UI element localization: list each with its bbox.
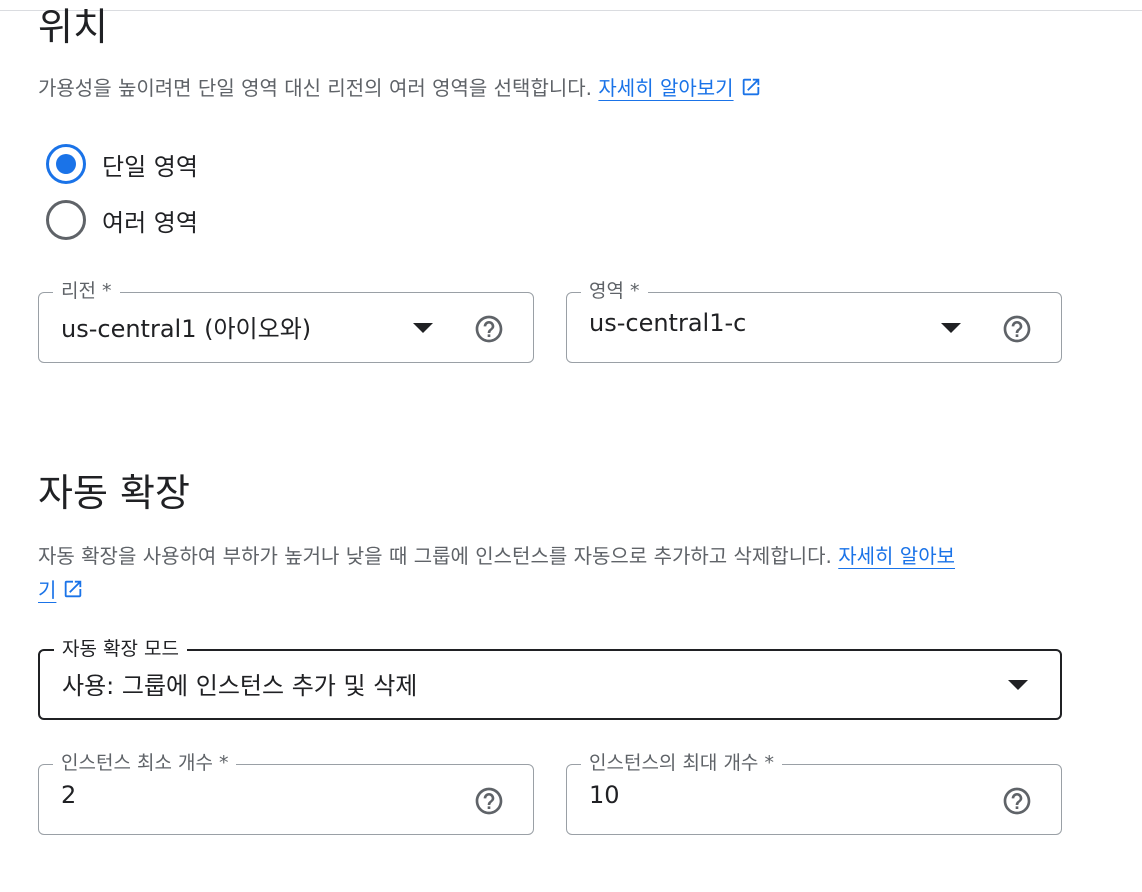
location-description-text: 가용성을 높이려면 단일 영역 대신 리전의 여러 영역을 선택합니다. xyxy=(38,76,593,100)
max-instances-input[interactable]: 인스턴스의 최대 개수 * 10 xyxy=(566,750,1062,835)
min-instances-value[interactable]: 2 xyxy=(61,781,76,809)
location-description: 가용성을 높이려면 단일 영역 대신 리전의 여러 영역을 선택합니다. 자세히… xyxy=(38,71,762,105)
radio-multi-zone-circle[interactable] xyxy=(46,200,86,240)
help-circle-icon[interactable] xyxy=(1001,785,1033,817)
autoscaling-mode-select[interactable]: 자동 확장 모드 사용: 그룹에 인스턴스 추가 및 삭제 xyxy=(38,636,1062,720)
region-select[interactable]: 리전 * us-central1 (아이오와) xyxy=(38,278,534,363)
max-instances-value[interactable]: 10 xyxy=(589,781,620,809)
autoscaling-mode-label: 자동 확장 모드 xyxy=(54,636,187,662)
autoscaling-description-text: 자동 확장을 사용하여 부하가 높거나 낮을 때 그룹에 인스턴스를 자동으로 … xyxy=(38,544,832,568)
caret-down-icon[interactable] xyxy=(1008,680,1028,690)
min-instances-label: 인스턴스 최소 개수 * xyxy=(53,750,237,776)
region-label: 리전 * xyxy=(53,278,120,304)
autoscaling-learn-more-link[interactable]: 자세히 알아보 xyxy=(838,544,955,568)
autoscaling-description: 자동 확장을 사용하여 부하가 높거나 낮을 때 그룹에 인스턴스를 자동으로 … xyxy=(38,539,1078,607)
help-circle-icon[interactable] xyxy=(473,785,505,817)
autoscaling-title: 자동 확장 xyxy=(38,471,190,515)
location-learn-more-link[interactable]: 자세히 알아보기 xyxy=(598,76,733,100)
zone-value: us-central1-c xyxy=(589,309,747,337)
autoscaling-learn-more-link-cont[interactable]: 기 xyxy=(38,578,56,602)
top-divider xyxy=(0,10,1142,11)
radio-single-zone[interactable]: 단일 영역 xyxy=(46,144,198,184)
caret-down-icon[interactable] xyxy=(941,323,961,333)
radio-single-zone-label: 단일 영역 xyxy=(102,152,198,181)
help-circle-icon[interactable] xyxy=(473,313,505,345)
external-link-icon[interactable] xyxy=(62,578,84,600)
location-title: 위치 xyxy=(38,5,108,49)
region-value: us-central1 (아이오와) xyxy=(61,315,312,343)
autoscaling-mode-value: 사용: 그룹에 인스턴스 추가 및 삭제 xyxy=(62,672,418,700)
max-instances-label: 인스턴스의 최대 개수 * xyxy=(581,750,782,776)
zone-select[interactable]: 영역 * us-central1-c xyxy=(566,278,1062,363)
radio-single-zone-circle[interactable] xyxy=(46,144,86,184)
radio-multi-zone-label: 여러 영역 xyxy=(102,208,198,237)
external-link-icon[interactable] xyxy=(740,76,762,98)
help-circle-icon[interactable] xyxy=(1001,313,1033,345)
caret-down-icon[interactable] xyxy=(413,323,433,333)
zone-label: 영역 * xyxy=(581,278,648,304)
radio-multi-zone[interactable]: 여러 영역 xyxy=(46,200,198,240)
min-instances-input[interactable]: 인스턴스 최소 개수 * 2 xyxy=(38,750,534,835)
